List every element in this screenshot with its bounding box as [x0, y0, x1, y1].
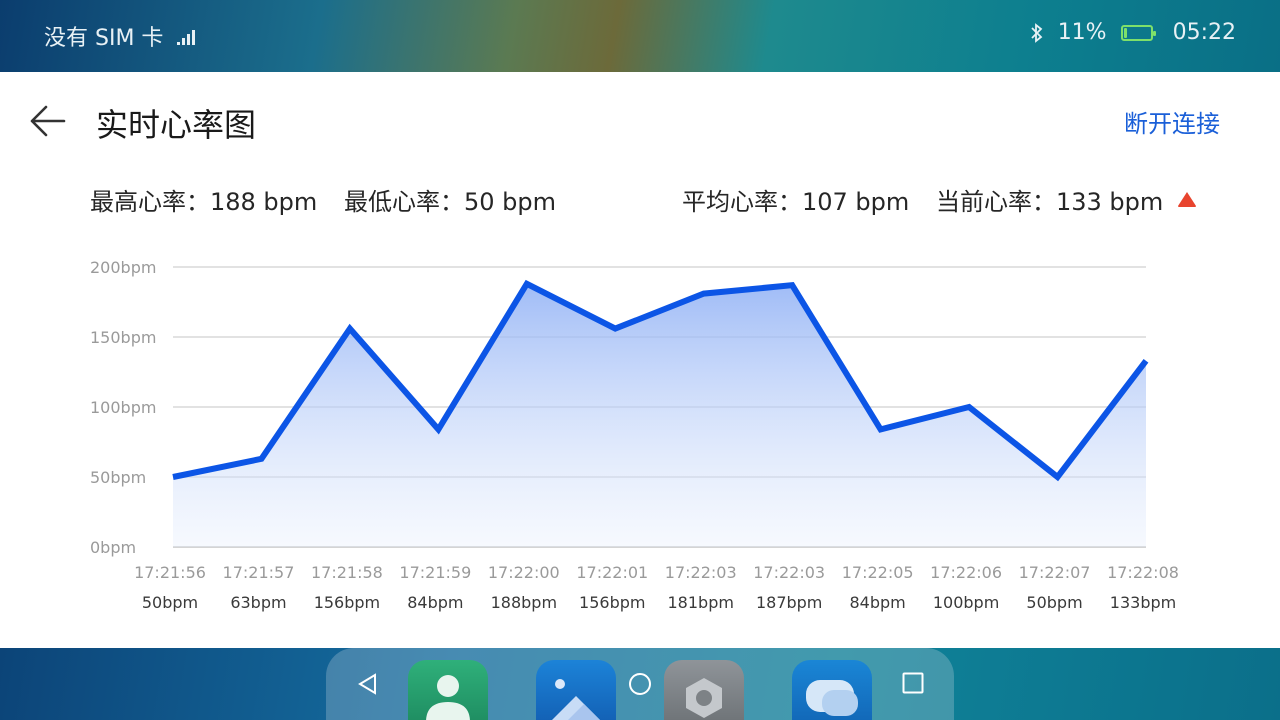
bluetooth-icon — [1031, 22, 1043, 43]
value-label: 133bpm — [1110, 593, 1176, 612]
battery-fill — [1123, 27, 1127, 38]
x-tick-label: 17:21:56 — [134, 563, 206, 582]
x-tick-label: 17:22:06 — [930, 563, 1002, 582]
settings-icon[interactable] — [664, 660, 744, 720]
x-tick-label: 17:22:00 — [488, 563, 560, 582]
value-label: 100bpm — [933, 593, 999, 612]
chart-area — [173, 283, 1146, 547]
y-tick-label: 50bpm — [90, 468, 146, 487]
status-right: 11% 05:22 — [1030, 20, 1236, 45]
value-label: 63bpm — [230, 593, 286, 612]
value-label: 187bpm — [756, 593, 822, 612]
messages-icon[interactable] — [792, 660, 872, 720]
main-panel: 实时心率图 断开连接 最高心率：188 bpm 最低心率：50 bpm 平均心率… — [0, 72, 1280, 648]
value-label: 188bpm — [491, 593, 557, 612]
gallery-icon[interactable] — [536, 660, 616, 720]
x-tick-label: 17:22:01 — [576, 563, 648, 582]
battery-percent: 11% — [1057, 20, 1107, 45]
nav-back-icon[interactable] — [356, 672, 378, 696]
contacts-icon[interactable] — [408, 660, 488, 720]
carrier-text: 没有 SIM 卡 — [44, 26, 164, 51]
value-label: 156bpm — [579, 593, 645, 612]
value-label: 50bpm — [142, 593, 198, 612]
x-tick-label: 17:21:57 — [223, 563, 295, 582]
x-tick-label: 17:21:58 — [311, 563, 383, 582]
value-label: 50bpm — [1026, 593, 1082, 612]
signal-icon — [177, 27, 196, 45]
clock: 05:22 — [1172, 20, 1236, 45]
y-tick-label: 0bpm — [90, 538, 136, 557]
value-label: 181bpm — [668, 593, 734, 612]
x-tick-label: 17:22:05 — [842, 563, 914, 582]
status-left: 没有 SIM 卡 — [44, 20, 196, 52]
x-tick-label: 17:22:03 — [665, 563, 737, 582]
x-tick-label: 17:22:07 — [1019, 563, 1091, 582]
nav-home-icon[interactable] — [628, 672, 652, 696]
x-tick-label: 17:22:03 — [753, 563, 825, 582]
status-bar: 没有 SIM 卡 11% 05:22 — [0, 0, 1280, 72]
y-tick-label: 150bpm — [90, 328, 156, 347]
x-tick-label: 17:22:08 — [1107, 563, 1179, 582]
navigation-bar — [0, 648, 1280, 720]
y-tick-label: 200bpm — [90, 258, 156, 277]
y-tick-label: 100bpm — [90, 398, 156, 417]
battery-icon — [1120, 24, 1156, 41]
value-label: 84bpm — [850, 593, 906, 612]
nav-recents-icon[interactable] — [902, 672, 924, 694]
value-label: 84bpm — [407, 593, 463, 612]
value-label: 156bpm — [314, 593, 380, 612]
x-tick-label: 17:21:59 — [399, 563, 471, 582]
heart-rate-chart: 0bpm 50bpm 100bpm 150bpm 200bpm 17:21:56 17:2… — [90, 258, 1179, 612]
